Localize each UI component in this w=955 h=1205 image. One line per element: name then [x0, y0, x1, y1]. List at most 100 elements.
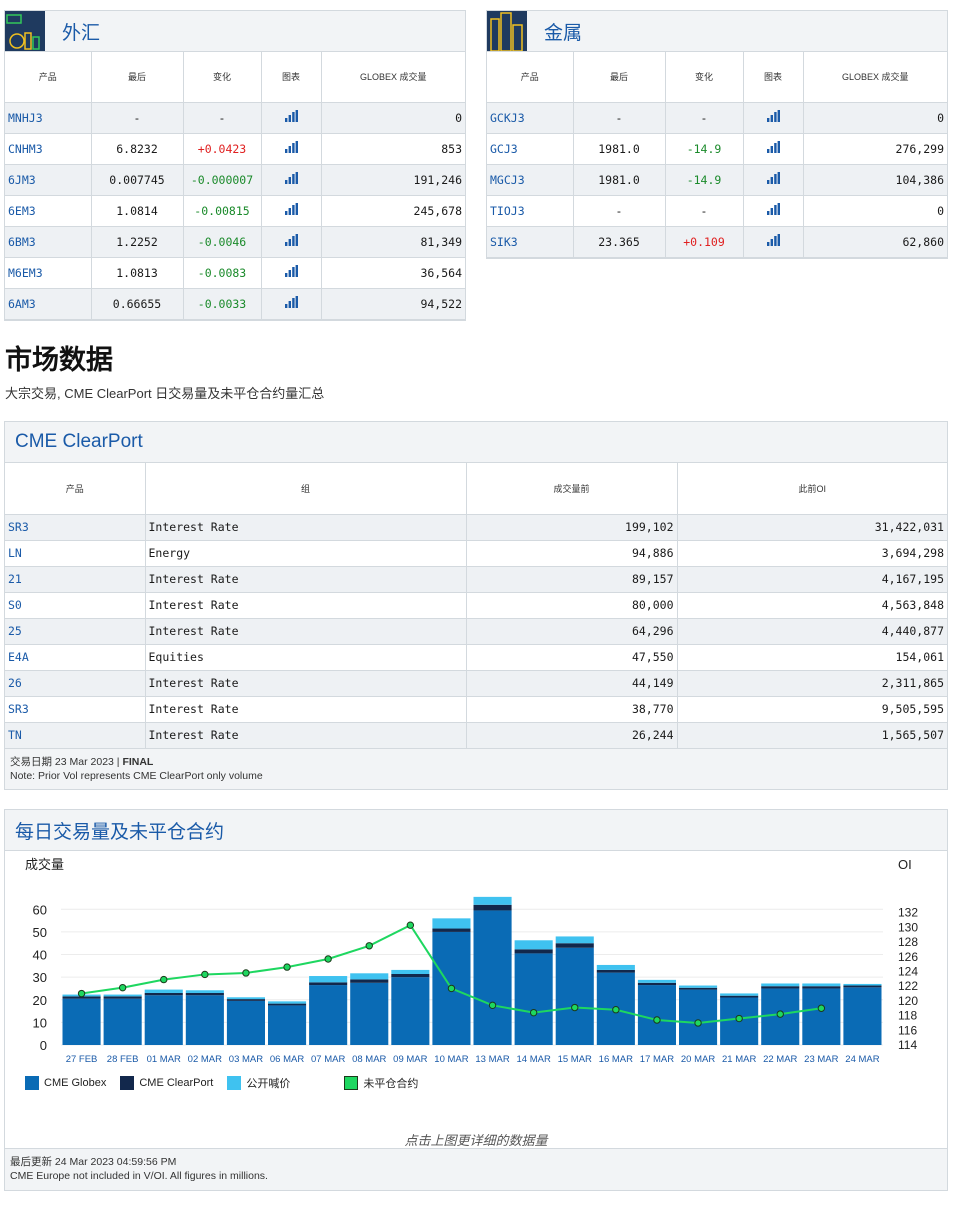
fx-header-cell: GLOBEX 成交量 [321, 52, 465, 103]
bar-chart-icon[interactable] [766, 141, 780, 153]
prior-oi: 4,440,877 [677, 618, 947, 645]
x-tick-label: 20 MAR [681, 1054, 715, 1065]
symbol-link[interactable]: 6EM3 [5, 195, 92, 227]
last-price: 1981.0 [573, 133, 666, 165]
legend-label: CME ClearPort [139, 1077, 214, 1089]
metals-header-cell: GLOBEX 成交量 [803, 52, 947, 103]
x-tick-label: 07 MAR [311, 1054, 345, 1065]
x-tick-label: 24 MAR [845, 1054, 879, 1065]
chart-cell[interactable] [261, 226, 322, 258]
chart-hint: 点击上图更详细的数据量 [404, 1133, 548, 1148]
product-group: Interest Rate [145, 618, 467, 645]
product-group: Interest Rate [145, 592, 467, 619]
chart-cell[interactable] [261, 164, 322, 196]
fx-header-cell: 最后 [91, 52, 184, 103]
bar-chart-icon[interactable] [284, 203, 298, 215]
table-row: 6EM3 1.0814 -0.00815 245,678 [5, 195, 465, 227]
legend-item[interactable]: 公开喊价 [227, 1075, 290, 1091]
symbol-link[interactable]: 25 [5, 618, 146, 645]
open-outcry-bar [761, 983, 800, 987]
chart-cell[interactable] [743, 133, 804, 165]
bar-chart-icon[interactable] [284, 110, 298, 122]
bar-chart-icon[interactable] [766, 234, 780, 246]
symbol-link[interactable]: GCJ3 [487, 133, 574, 165]
clearport-title: CME ClearPort [15, 431, 143, 452]
chart-cell[interactable] [261, 102, 322, 134]
bar-chart-icon[interactable] [284, 172, 298, 184]
chart-cell[interactable] [743, 226, 804, 258]
x-tick-label: 08 MAR [352, 1054, 386, 1065]
oi-point [735, 1014, 743, 1023]
globex-bar [514, 953, 553, 1045]
symbol-link[interactable]: MGCJ3 [487, 164, 574, 196]
chart-cell[interactable] [743, 164, 804, 196]
bar-chart-icon[interactable] [284, 296, 298, 308]
bar-chart-icon[interactable] [284, 234, 298, 246]
fx-panel: 外汇 产品 最后 变化 图表 GLOBEX 成交量 MNHJ3- -0 CNHM3 6.823… [4, 10, 466, 321]
globex-bar [843, 987, 882, 1045]
oi-point [283, 963, 291, 971]
symbol-link[interactable]: LN [5, 540, 146, 567]
legend-item[interactable]: CME Globex [25, 1075, 106, 1091]
bar-chart-icon[interactable] [766, 203, 780, 215]
globex-volume: 245,678 [321, 195, 465, 227]
bar-chart-icon[interactable] [766, 110, 780, 122]
symbol-link[interactable]: GCKJ3 [487, 102, 574, 134]
clearport-bar [802, 986, 841, 989]
chart-cell[interactable] [743, 195, 804, 227]
volume-oi-chart[interactable]: 成交量 OI01020304050601141161181201221241261… [5, 852, 947, 1112]
chart-cell[interactable] [261, 195, 322, 227]
symbol-link[interactable]: CNHM3 [5, 133, 92, 165]
symbol-link[interactable]: E4A [5, 644, 146, 671]
globex-volume: 62,860 [803, 226, 947, 258]
clearport-bar [144, 992, 183, 996]
chart-cell[interactable] [261, 133, 322, 165]
symbol-link[interactable]: TN [5, 722, 146, 749]
bar-chart-icon[interactable] [284, 141, 298, 153]
globex-bar [391, 977, 430, 1045]
product-group: Interest Rate [145, 514, 467, 541]
chart-cell[interactable] [261, 288, 322, 320]
y-axis-title: 成交量 [25, 857, 64, 872]
price-change: +0.0423 [183, 133, 262, 165]
last-price: 0.66655 [91, 288, 184, 320]
oi-point [447, 984, 456, 993]
chart-cell[interactable] [261, 257, 322, 289]
price-change: -0.0033 [183, 288, 262, 320]
symbol-link[interactable]: M6EM3 [5, 257, 92, 289]
symbol-link[interactable]: SIK3 [487, 226, 574, 258]
globex-bar [555, 947, 594, 1045]
oi-point [529, 1008, 538, 1017]
globex-bar [62, 998, 101, 1045]
bar-chart-icon[interactable] [284, 265, 298, 277]
clearport-bar [185, 992, 224, 996]
product-group: Interest Rate [145, 696, 467, 723]
symbol-link[interactable]: S0 [5, 592, 146, 619]
bar-chart-icon[interactable] [766, 172, 780, 184]
prior-oi: 3,694,298 [677, 540, 947, 567]
legend-item[interactable]: 未平仓合约 [344, 1075, 418, 1091]
symbol-link[interactable]: SR3 [5, 696, 146, 723]
symbol-link[interactable]: MNHJ3 [5, 102, 92, 134]
symbol-link[interactable]: SR3 [5, 514, 146, 541]
table-row: MGCJ3 1981.0 -14.9 104,386 [487, 164, 947, 196]
x-tick-label: 27 FEB [66, 1054, 98, 1065]
metals-buildings-icon [487, 11, 527, 52]
symbol-link[interactable]: 26 [5, 670, 146, 697]
x-tick-label: 23 MAR [804, 1054, 838, 1065]
globex-volume: 81,349 [321, 226, 465, 258]
y-tick-label: 60 [33, 902, 47, 917]
symbol-link[interactable]: 6BM3 [5, 226, 92, 258]
symbol-link[interactable]: 21 [5, 566, 146, 593]
legend-item[interactable]: CME ClearPort [120, 1075, 213, 1091]
symbol-link[interactable]: TIOJ3 [487, 195, 574, 227]
symbol-link[interactable]: 6JM3 [5, 164, 92, 196]
clearport-bar [720, 995, 759, 998]
open-outcry-bar [843, 983, 882, 986]
chart-cell[interactable] [743, 102, 804, 134]
symbol-link[interactable]: 6AM3 [5, 288, 92, 320]
open-outcry-bar [226, 997, 265, 1000]
globex-volume: 0 [803, 102, 947, 134]
price-change: -0.0046 [183, 226, 262, 258]
fx-table: 产品 最后 变化 图表 GLOBEX 成交量 MNHJ3- -0 CNHM3 6.8232 +0… [5, 52, 465, 320]
